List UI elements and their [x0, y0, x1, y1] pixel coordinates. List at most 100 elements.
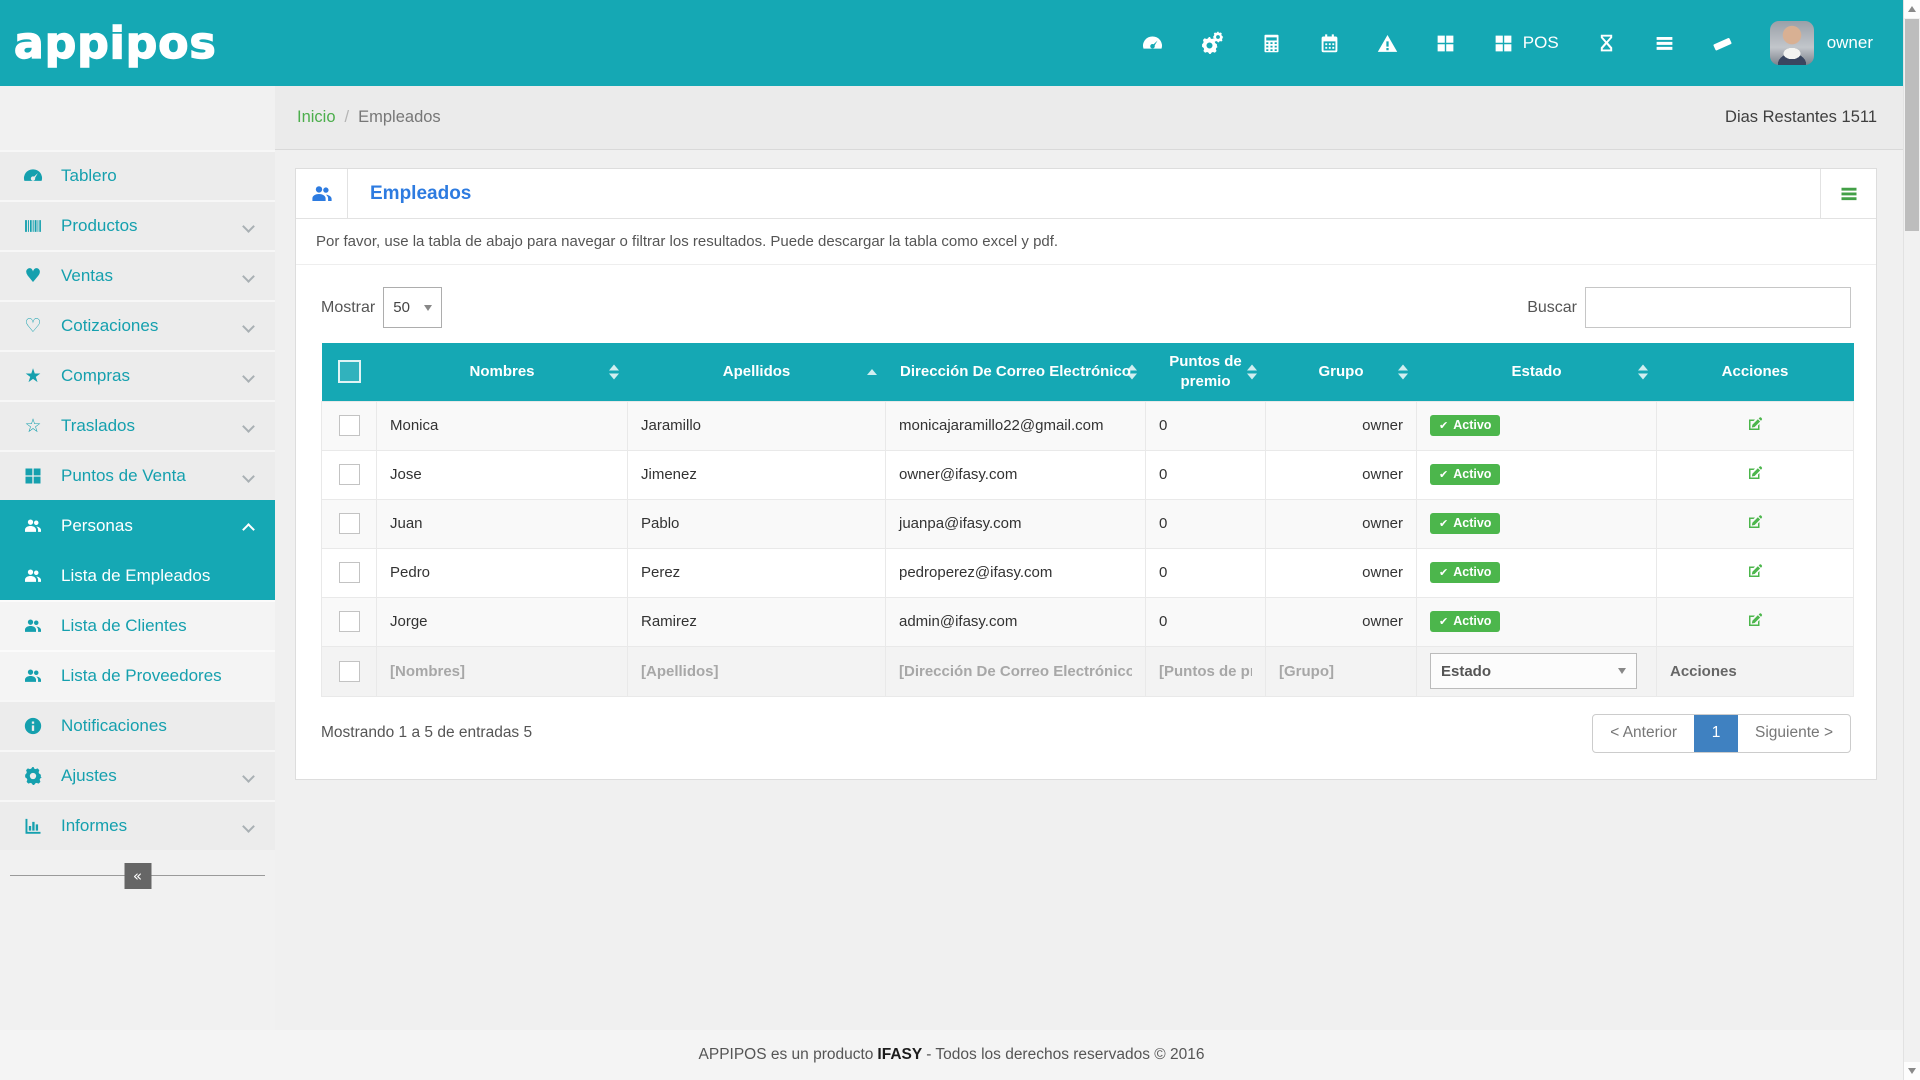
sidebar-item-cotizaciones[interactable]: ♡ Cotizaciones — [0, 300, 275, 350]
sidebar-item-productos[interactable]: Productos — [0, 200, 275, 250]
grid-icon — [20, 466, 46, 486]
cell-apellidos: Jimenez — [628, 450, 886, 499]
page-length-select[interactable]: 50 — [383, 287, 442, 328]
sort-icon — [1247, 364, 1257, 379]
search-label: Buscar — [1527, 299, 1577, 317]
cogs-icon[interactable] — [1200, 31, 1224, 55]
sidebar-item-traslados[interactable]: ☆ Traslados — [0, 400, 275, 450]
pos-button[interactable]: POS — [1493, 33, 1559, 54]
user-menu[interactable]: owner — [1770, 21, 1873, 65]
filter-apellidos-input[interactable]: [Apellidos] — [641, 663, 872, 680]
row-checkbox[interactable] — [339, 562, 360, 583]
filter-checkbox[interactable] — [339, 661, 360, 682]
chevron-up-icon — [242, 523, 255, 536]
list-icon[interactable] — [1654, 33, 1675, 54]
dashboard-icon[interactable] — [1142, 33, 1163, 54]
sidebar-item-ajustes[interactable]: Ajustes — [0, 750, 275, 800]
edit-icon[interactable] — [1746, 464, 1764, 482]
sidebar-item-notificaciones[interactable]: Notificaciones — [0, 700, 275, 750]
filter-puntos-input[interactable]: [Puntos de premio] — [1159, 663, 1252, 680]
filter-grupo-input[interactable]: [Grupo] — [1279, 663, 1403, 680]
header-apellidos[interactable]: Apellidos — [628, 343, 886, 401]
filter-nombres-input[interactable]: [Nombres] — [390, 663, 614, 680]
sidebar-item-compras[interactable]: ★ Compras — [0, 350, 275, 400]
barcode-icon — [20, 216, 46, 236]
check-icon: ✔ — [1439, 469, 1448, 480]
row-checkbox[interactable] — [339, 513, 360, 534]
scrollbar[interactable] — [1903, 0, 1920, 1080]
sidebar-divider: « — [10, 875, 265, 876]
employees-table: Nombres Apellidos Dirección De Correo El… — [321, 343, 1854, 697]
cell-estado: ✔Activo — [1417, 450, 1657, 499]
eraser-icon[interactable] — [1712, 33, 1733, 54]
footer-text-pre: APPIPOS es un producto — [699, 1046, 874, 1064]
edit-icon[interactable] — [1746, 415, 1764, 433]
footer-text-post: - Todos los derechos reservados © 2016 — [926, 1046, 1204, 1064]
header-nombres[interactable]: Nombres — [377, 343, 628, 401]
page-length-value: 50 — [393, 299, 410, 316]
prev-page-button[interactable]: < Anterior — [1593, 715, 1694, 752]
sidebar-item-ventas[interactable]: ♥ Ventas — [0, 250, 275, 300]
panel-header: Empleados — [296, 169, 1876, 219]
select-all-checkbox[interactable] — [338, 360, 361, 383]
days-remaining: Dias Restantes 1511 — [1725, 108, 1877, 127]
apps-grid-icon[interactable] — [1435, 33, 1456, 54]
header-puntos[interactable]: Puntos de premio — [1146, 343, 1266, 401]
filter-estado-select[interactable]: Estado — [1430, 653, 1637, 689]
sort-asc-icon — [867, 369, 877, 375]
cell-email: admin@ifasy.com — [886, 597, 1146, 646]
table-view-button[interactable] — [1820, 169, 1876, 218]
row-checkbox[interactable] — [339, 611, 360, 632]
sidebar-item-personas[interactable]: Personas — [0, 500, 275, 550]
edit-icon[interactable] — [1746, 562, 1764, 580]
sidebar-collapse-button[interactable]: « — [124, 863, 151, 889]
cell-email: juanpa@ifasy.com — [886, 499, 1146, 548]
next-page-button[interactable]: Siguiente > — [1738, 715, 1850, 752]
select-all-header[interactable] — [322, 343, 377, 401]
filter-email-input[interactable]: [Dirección De Correo Electrónico] — [899, 663, 1132, 680]
edit-icon[interactable] — [1746, 513, 1764, 531]
sidebar-item-lista-de-clientes[interactable]: Lista de Clientes — [0, 600, 275, 650]
body-row: Tablero Productos ♥ Ventas ♡ Cotizacione… — [0, 86, 1903, 1030]
table-controls: Mostrar 50 Buscar — [296, 265, 1876, 343]
sidebar-item-informes[interactable]: Informes — [0, 800, 275, 850]
header-estado[interactable]: Estado — [1417, 343, 1657, 401]
sort-icon — [1638, 364, 1648, 379]
calculator-icon[interactable] — [1261, 33, 1282, 54]
cell-puntos: 0 — [1146, 597, 1266, 646]
hourglass-icon[interactable] — [1596, 33, 1617, 54]
sidebar-item-puntos-de-venta[interactable]: Puntos de Venta — [0, 450, 275, 500]
sidebar-item-label: Compras — [61, 366, 130, 386]
check-icon: ✔ — [1439, 616, 1448, 627]
scrollbar-thumb[interactable] — [1905, 19, 1919, 231]
table-row: Juan Pablo juanpa@ifasy.com 0 owner ✔Act… — [322, 499, 1854, 548]
status-badge: ✔Activo — [1430, 611, 1500, 633]
breadcrumb-home-link[interactable]: Inicio — [297, 108, 336, 127]
cell-estado: ✔Activo — [1417, 597, 1657, 646]
header-email[interactable]: Dirección De Correo Electrónico — [886, 343, 1146, 401]
main-column: appipos POS owner — [0, 0, 1903, 1080]
app-logo[interactable]: appipos — [14, 18, 217, 69]
sidebar-item-lista-de-proveedores[interactable]: Lista de Proveedores — [0, 650, 275, 700]
edit-icon[interactable] — [1746, 611, 1764, 629]
sidebar-item-label: Cotizaciones — [61, 316, 158, 336]
scroll-down-button[interactable] — [1904, 1062, 1920, 1080]
header-grupo[interactable]: Grupo — [1266, 343, 1417, 401]
current-page-button[interactable]: 1 — [1694, 715, 1738, 752]
entries-info: Mostrando 1 a 5 de entradas 5 — [321, 724, 532, 742]
sidebar-item-tablero[interactable]: Tablero — [0, 150, 275, 200]
sidebar-item-label: Notificaciones — [61, 716, 167, 736]
search-input[interactable] — [1585, 287, 1851, 328]
chevron-down-icon — [242, 470, 255, 483]
row-checkbox[interactable] — [339, 415, 360, 436]
cell-apellidos: Perez — [628, 548, 886, 597]
sidebar-item-lista-de-empleados[interactable]: Lista de Empleados — [0, 550, 275, 600]
scroll-up-button[interactable] — [1904, 0, 1920, 18]
sidebar-item-label: Informes — [61, 816, 127, 836]
sidebar-item-label: Puntos de Venta — [61, 466, 186, 486]
cell-acciones — [1657, 548, 1854, 597]
star-outline-icon: ☆ — [20, 417, 46, 436]
warning-icon[interactable] — [1377, 33, 1398, 54]
calendar-icon[interactable] — [1319, 33, 1340, 54]
row-checkbox[interactable] — [339, 464, 360, 485]
